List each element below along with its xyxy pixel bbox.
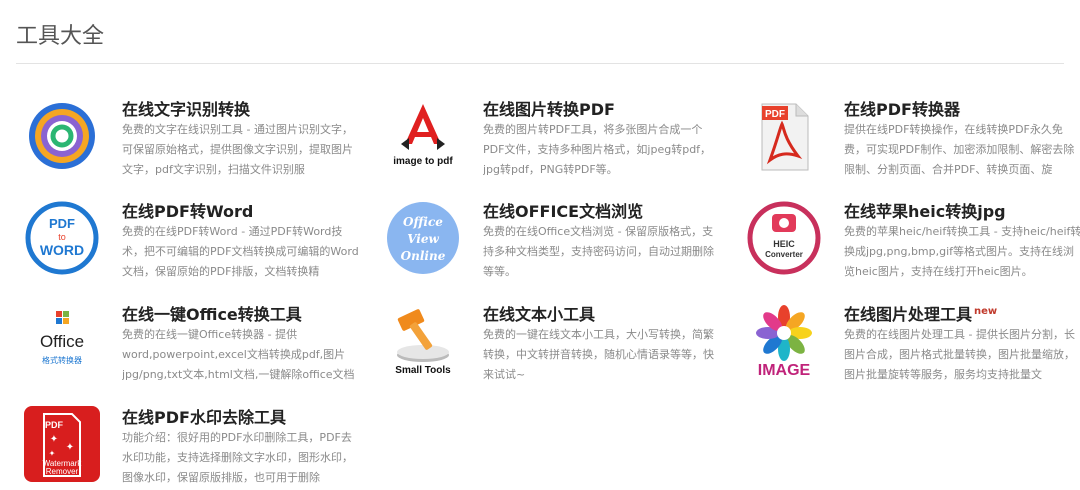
tool-card-image-processing[interactable]: IMAGE 在线图片处理工具 new 免费的在线图片处理工具 - 提供长图片分割，… — [746, 303, 1080, 395]
tool-card-office-converter[interactable]: Office 格式转换器 在线一键Office转换工具 免费的在线一键Offic… — [24, 303, 359, 395]
sparkle-icon: ✦ — [66, 442, 74, 453]
to-label: to — [58, 232, 66, 242]
tool-description: 免费的文字在线识别工具 - 通过图片识别文字，可保留原始格式，提供图像文字识别，… — [122, 123, 353, 176]
online-label: Online — [401, 249, 446, 263]
tool-description: 免费的一键在线文本小工具，大小写转换，简繁转换，中文转拼音转换，随机心情语录等等… — [483, 328, 714, 381]
tool-title[interactable]: 在线PDF转换器 — [844, 96, 960, 120]
view-label: View — [407, 232, 439, 246]
pdf-to-word-icon[interactable]: PDF to WORD — [24, 200, 100, 276]
tool-description: 免费的在线PDF转Word - 通过PDF转Word技术，把不可编辑的PDF文档… — [122, 225, 359, 278]
small-tools-icon[interactable]: Small Tools — [385, 303, 461, 379]
tool-card-pdf-to-word[interactable]: PDF to WORD 在线PDF转Word 免费的在线PDF转Word - 通… — [24, 200, 359, 292]
tool-description: 免费的苹果heic/heif转换工具 - 支持heic/heif转换成jpg,p… — [844, 225, 1080, 278]
pdf-label: PDF — [765, 109, 785, 120]
tool-title[interactable]: 在线图片转换PDF — [483, 96, 615, 120]
converter-label: Converter — [765, 250, 803, 259]
tools-grid: 在线文字识别转换 免费的文字在线识别工具 - 通过图片识别文字，可保留原始格式，… — [0, 0, 1080, 490]
tool-description: 免费的在线一键Office转换器 - 提供word,powerpoint,exc… — [122, 328, 355, 381]
new-badge: new — [974, 305, 998, 317]
format-converter-label: 格式转换器 — [42, 355, 82, 365]
office-label: Office — [40, 332, 84, 351]
sparkle-icon: ✦ — [50, 434, 58, 445]
tool-card-ocr[interactable]: 在线文字识别转换 免费的文字在线识别工具 - 通过图片识别文字，可保留原始格式，… — [24, 98, 359, 190]
image-to-pdf-icon[interactable]: image to pdf — [385, 98, 461, 174]
tool-title-text[interactable]: 在线图片处理工具 — [844, 305, 972, 324]
tool-card-heic[interactable]: HEIC Converter 在线苹果heic转换jpg 免费的苹果heic/h… — [746, 200, 1080, 292]
pdf-label: PDF — [45, 420, 64, 430]
image-flower-icon[interactable]: IMAGE — [746, 303, 822, 379]
tool-title[interactable]: 在线PDF转Word — [122, 198, 253, 222]
tool-card-pdf-converter[interactable]: PDF 在线PDF转换器 提供在线PDF转换操作，在线转换PDF永久免费，可实现… — [746, 98, 1080, 190]
tool-description: 免费的在线图片处理工具 - 提供长图片分割，长图片合成，图片格式批量转换，图片批… — [844, 328, 1075, 381]
tool-description: 免费的在线Office文档浏览 - 保留原版格式，支持多种文档类型，支持密码访问… — [483, 225, 714, 278]
sparkle-icon: ✦ — [49, 449, 56, 458]
tool-title[interactable]: 在线图片处理工具 new — [844, 301, 997, 325]
watermark-remover-icon[interactable]: PDF ✦ ✦ ✦ Watermark Remover — [24, 406, 100, 482]
tool-description: 功能介绍：很好用的PDF水印删除工具，PDF去水印功能，支持选择删除文字水印，图… — [122, 431, 353, 484]
office-view-online-icon[interactable]: Office View Online — [385, 200, 461, 276]
tool-card-image-to-pdf[interactable]: image to pdf 在线图片转换PDF 免费的图片转PDF工具，将多张图片… — [385, 98, 720, 190]
tool-title[interactable]: 在线文本小工具 — [483, 301, 595, 325]
pdf-label: PDF — [49, 216, 75, 231]
heic-converter-icon[interactable]: HEIC Converter — [746, 200, 822, 276]
tool-card-office-view[interactable]: Office View Online 在线OFFICE文档浏览 免费的在线Off… — [385, 200, 720, 292]
word-label: WORD — [40, 242, 84, 258]
tool-title[interactable]: 在线文字识别转换 — [122, 96, 250, 120]
tool-title[interactable]: 在线苹果heic转换jpg — [844, 198, 1006, 222]
image-to-pdf-icon-label: image to pdf — [393, 156, 453, 167]
tool-title[interactable]: 在线PDF水印去除工具 — [122, 404, 286, 428]
small-tools-label: Small Tools — [395, 365, 451, 376]
heic-label: HEIC — [773, 239, 795, 249]
pdf-document-icon[interactable]: PDF — [746, 98, 822, 174]
image-label: IMAGE — [758, 362, 811, 379]
tool-title[interactable]: 在线OFFICE文档浏览 — [483, 198, 643, 222]
tool-title[interactable]: 在线一键Office转换工具 — [122, 301, 302, 325]
tool-card-watermark-remover[interactable]: PDF ✦ ✦ ✦ Watermark Remover 在线PDF水印去除工具 … — [24, 406, 359, 490]
remover-label: Remover — [46, 467, 79, 476]
ocr-ring-icon[interactable] — [24, 98, 100, 174]
office-label: Office — [403, 215, 443, 229]
tool-card-text-tools[interactable]: Small Tools 在线文本小工具 免费的一键在线文本小工具，大小写转换，简… — [385, 303, 720, 395]
office-converter-icon[interactable]: Office 格式转换器 — [24, 303, 100, 379]
tool-description: 提供在线PDF转换操作，在线转换PDF永久免费，可实现PDF制作、加密添加限制、… — [844, 123, 1075, 176]
tool-description: 免费的图片转PDF工具，将多张图片合成一个PDF文件，支持多种图片格式，如jpe… — [483, 123, 712, 176]
